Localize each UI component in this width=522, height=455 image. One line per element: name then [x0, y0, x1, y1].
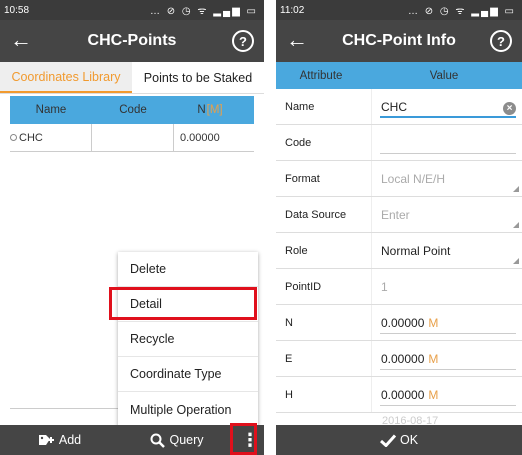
- format-dropdown[interactable]: Local N/E/H: [372, 161, 522, 196]
- detail-highlight-box: [109, 287, 257, 320]
- attribute-table-header: Attribute Value: [276, 62, 522, 89]
- add-button[interactable]: Add: [0, 433, 118, 447]
- help-icon[interactable]: ?: [232, 30, 254, 52]
- divider: [10, 408, 118, 409]
- column-n[interactable]: N [M]: [174, 96, 254, 124]
- radio-icon[interactable]: [10, 134, 17, 141]
- back-arrow-icon[interactable]: ←: [8, 28, 34, 54]
- app-bar: ← CHC-Point Info ?: [276, 20, 522, 62]
- n-value: 0.00000: [381, 315, 425, 330]
- help-icon[interactable]: ?: [490, 30, 512, 52]
- status-icons: … ⊘ ◷ ᯤ ▂▄▆ ▭: [407, 6, 516, 17]
- field-row-data-source: Data Source Enter: [276, 197, 522, 233]
- add-point-icon: [38, 435, 54, 445]
- h-value: 0.00000: [381, 387, 425, 402]
- field-row-role: Role Normal Point: [276, 233, 522, 269]
- clear-icon[interactable]: ×: [503, 102, 516, 115]
- status-time: 10:58: [4, 4, 30, 16]
- name-field[interactable]: CHC ×: [372, 89, 522, 124]
- field-row-h: H 0.00000 M: [276, 377, 522, 413]
- header-attribute: Attribute: [299, 69, 343, 82]
- field-underline: [380, 333, 516, 334]
- header-value: Value: [429, 69, 459, 82]
- field-label: Name: [276, 89, 372, 124]
- dropdown-corner-icon: [513, 222, 519, 228]
- back-arrow-icon[interactable]: ←: [284, 28, 310, 54]
- format-value: Local N/E/H: [381, 171, 446, 186]
- e-unit: M: [428, 351, 439, 366]
- more-highlight-box: [230, 423, 257, 455]
- status-icons: … ⊘ ◷ ᯤ ▂▄▆ ▭: [149, 6, 258, 17]
- row-name: CHC: [19, 131, 43, 144]
- row-n: 0.00000: [180, 131, 220, 144]
- h-unit: M: [428, 387, 439, 402]
- field-underline: [380, 153, 516, 154]
- e-field[interactable]: 0.00000 M: [372, 341, 522, 376]
- role-value: Normal Point: [381, 243, 451, 258]
- column-code[interactable]: Code: [92, 96, 174, 124]
- field-underline: [380, 369, 516, 370]
- field-label: N: [276, 305, 372, 340]
- field-label: H: [276, 377, 372, 412]
- menu-item-multiple-operation[interactable]: Multiple Operation: [118, 392, 258, 427]
- name-value: CHC: [381, 99, 407, 114]
- field-label: Format: [276, 161, 372, 196]
- checkmark-icon: [379, 433, 396, 447]
- field-label: PointID: [276, 269, 372, 304]
- tab-points-to-be-staked[interactable]: Points to be Staked: [132, 62, 264, 93]
- data-source-dropdown[interactable]: Enter: [372, 197, 522, 232]
- field-row-name: Name CHC ×: [276, 89, 522, 125]
- dropdown-corner-icon: [513, 258, 519, 264]
- query-button[interactable]: Query: [118, 433, 236, 448]
- column-name[interactable]: Name: [10, 96, 92, 124]
- menu-item-delete[interactable]: Delete: [118, 252, 258, 287]
- status-bar: 11:02 … ⊘ ◷ ᯤ ▂▄▆ ▭: [276, 0, 522, 20]
- field-underline: [380, 405, 516, 406]
- e-value: 0.00000: [381, 351, 425, 366]
- field-underline: [380, 116, 516, 118]
- menu-item-recycle[interactable]: Recycle: [118, 322, 258, 357]
- code-field[interactable]: [372, 125, 522, 160]
- data-source-value: Enter: [381, 207, 410, 222]
- field-label: Data Source: [276, 197, 372, 232]
- menu-item-coordinate-type[interactable]: Coordinate Type: [118, 357, 258, 392]
- field-row-format: Format Local N/E/H: [276, 161, 522, 197]
- role-dropdown[interactable]: Normal Point: [372, 233, 522, 268]
- n-unit: M: [428, 315, 439, 330]
- query-label: Query: [169, 433, 204, 447]
- ok-label: OK: [399, 433, 419, 447]
- pointid-value: 1: [381, 279, 388, 294]
- field-label: E: [276, 341, 372, 376]
- table-row[interactable]: CHC 0.00000: [10, 124, 254, 152]
- add-label: Add: [58, 433, 82, 447]
- context-menu: Delete Detail Recycle Coordinate Type Mu…: [118, 252, 258, 427]
- field-row-e: E 0.00000 M: [276, 341, 522, 377]
- search-icon: [150, 433, 166, 448]
- h-field[interactable]: 0.00000 M: [372, 377, 522, 412]
- tab-bar: Coordinates Library Points to be Staked: [0, 62, 264, 94]
- bottom-toolbar: Add Query ⋮: [0, 425, 264, 455]
- field-row-pointid: PointID 1: [276, 269, 522, 305]
- n-field[interactable]: 0.00000 M: [372, 305, 522, 340]
- page-title: CHC-Point Info: [342, 32, 456, 49]
- point-info-screen: 11:02 … ⊘ ◷ ᯤ ▂▄▆ ▭ ← CHC-Point Info ? A…: [276, 0, 522, 455]
- table-header: Name Code N [M]: [10, 96, 254, 124]
- points-screen: 10:58 … ⊘ ◷ ᯤ ▂▄▆ ▭ ← CHC-Points ? Coord…: [0, 0, 264, 455]
- field-row-n: N 0.00000 M: [276, 305, 522, 341]
- tab-coordinates-library[interactable]: Coordinates Library: [0, 62, 132, 93]
- page-title: CHC-Points: [87, 32, 177, 49]
- row-code: [92, 124, 174, 151]
- dropdown-corner-icon: [513, 186, 519, 192]
- ok-button[interactable]: OK: [276, 425, 522, 455]
- field-label: Role: [276, 233, 372, 268]
- status-time: 11:02: [280, 4, 305, 16]
- app-bar: ← CHC-Points ?: [0, 20, 264, 62]
- field-row-code: Code: [276, 125, 522, 161]
- status-bar: 10:58 … ⊘ ◷ ᯤ ▂▄▆ ▭: [0, 0, 264, 20]
- field-label: Code: [276, 125, 372, 160]
- row-name-cell: CHC: [10, 124, 92, 151]
- column-n-unit: [M]: [206, 104, 223, 116]
- column-n-label: N: [197, 104, 206, 116]
